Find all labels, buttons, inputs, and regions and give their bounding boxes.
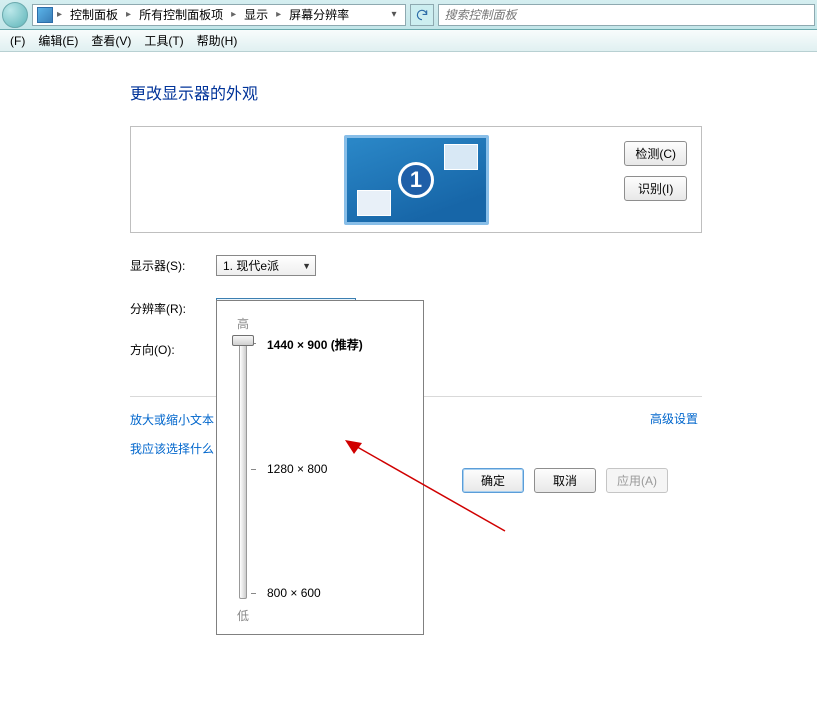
menu-file[interactable]: (F) xyxy=(4,32,31,50)
nav-back-button[interactable] xyxy=(2,2,28,28)
breadcrumb-item[interactable]: 控制面板 xyxy=(66,4,122,25)
resolution-option[interactable]: 1280 × 800 xyxy=(267,462,327,476)
chevron-down-icon: ▼ xyxy=(302,261,311,271)
apply-button: 应用(A) xyxy=(606,468,668,493)
advanced-settings-link[interactable]: 高级设置 xyxy=(650,410,698,427)
identify-button[interactable]: 识别(I) xyxy=(624,176,687,201)
display-value: 1. 现代e派 xyxy=(223,257,279,274)
orientation-label: 方向(O): xyxy=(130,341,196,358)
window-mini-icon xyxy=(357,190,391,216)
breadcrumb-item[interactable]: 显示 xyxy=(240,4,272,25)
display-dropdown[interactable]: 1. 现代e派 ▼ xyxy=(216,255,316,276)
monitor-thumbnail[interactable]: 1 xyxy=(344,135,489,225)
ok-button[interactable]: 确定 xyxy=(462,468,524,493)
breadcrumb-item[interactable]: 所有控制面板项 xyxy=(135,4,227,25)
menu-tools[interactable]: 工具(T) xyxy=(138,30,189,51)
search-input[interactable] xyxy=(445,8,809,22)
breadcrumb-dropdown-icon[interactable]: ▾ xyxy=(387,9,400,20)
monitor-preview-panel: 1 检测(C) 识别(I) xyxy=(130,126,702,233)
menu-help[interactable]: 帮助(H) xyxy=(191,30,244,51)
breadcrumb[interactable]: ▸ 控制面板 ▸ 所有控制面板项 ▸ 显示 ▸ 屏幕分辨率 ▾ xyxy=(32,4,406,26)
chevron-right-icon: ▸ xyxy=(55,9,64,20)
control-panel-icon xyxy=(37,7,53,23)
slider-high-label: 高 xyxy=(237,315,409,332)
cancel-button[interactable]: 取消 xyxy=(534,468,596,493)
menu-view[interactable]: 查看(V) xyxy=(85,30,137,51)
breadcrumb-item[interactable]: 屏幕分辨率 xyxy=(285,4,353,25)
window-mini-icon xyxy=(444,144,478,170)
resolution-option[interactable]: 1440 × 900 (推荐) xyxy=(267,336,363,353)
slider-low-label: 低 xyxy=(237,607,249,624)
monitor-number-badge: 1 xyxy=(398,162,434,198)
resolution-slider-track[interactable] xyxy=(239,339,247,599)
resolution-slider-popup: 高 1440 × 900 (推荐) 1280 × 800 800 × 600 低 xyxy=(216,300,424,635)
refresh-button[interactable] xyxy=(410,4,434,26)
menu-bar: (F) 编辑(E) 查看(V) 工具(T) 帮助(H) xyxy=(0,30,817,52)
page-title: 更改显示器的外观 xyxy=(130,80,817,104)
resolution-option[interactable]: 800 × 600 xyxy=(267,586,321,600)
chevron-right-icon: ▸ xyxy=(229,9,238,20)
resolution-label: 分辨率(R): xyxy=(130,300,196,317)
resolution-slider-thumb[interactable] xyxy=(232,335,254,346)
search-box[interactable] xyxy=(438,4,816,26)
chevron-right-icon: ▸ xyxy=(124,9,133,20)
display-label: 显示器(S): xyxy=(130,257,196,274)
detect-button[interactable]: 检测(C) xyxy=(624,141,687,166)
menu-edit[interactable]: 编辑(E) xyxy=(32,30,84,51)
refresh-icon xyxy=(415,8,429,22)
chevron-right-icon: ▸ xyxy=(274,9,283,20)
